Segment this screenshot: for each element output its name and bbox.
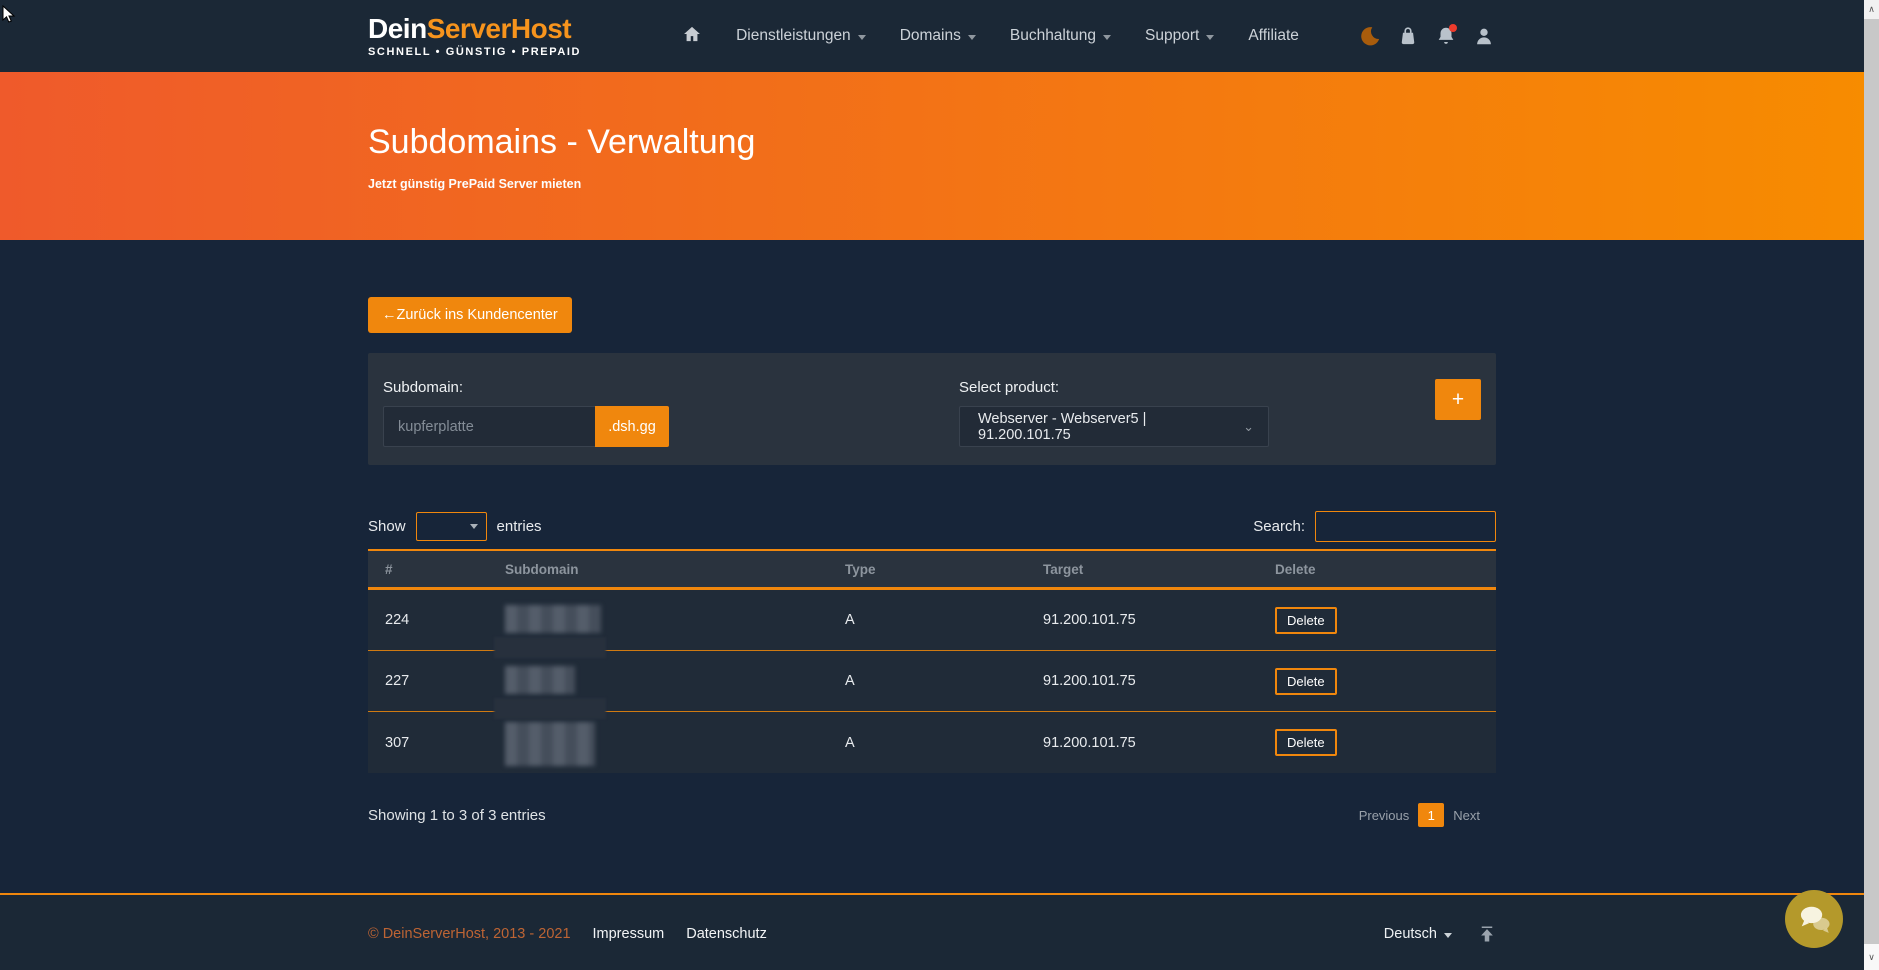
nav-domains[interactable]: Domains	[883, 17, 993, 55]
chevron-down-icon	[1206, 35, 1214, 40]
table-row: 224 A 91.200.101.75 Delete	[368, 590, 1496, 651]
row-subdomain	[488, 590, 828, 650]
table-row: 227 A 91.200.101.75 Delete	[368, 651, 1496, 712]
scroll-to-top-button[interactable]	[1478, 925, 1496, 943]
redacted-subdomain	[494, 637, 606, 658]
column-header-type[interactable]: Type	[828, 562, 1026, 577]
footer-link-impressum[interactable]: Impressum	[593, 926, 665, 942]
add-subdomain-panel: Subdomain: .dsh.gg Select product: Webse…	[368, 353, 1496, 465]
dark-mode-moon-icon[interactable]	[1358, 24, 1382, 48]
redacted-subdomain	[494, 698, 606, 719]
notifications-bell-icon[interactable]	[1434, 24, 1458, 48]
chevron-down-icon	[470, 524, 478, 529]
nav-home[interactable]	[665, 14, 719, 59]
pagination-page-1[interactable]: 1	[1418, 803, 1444, 827]
row-id: 224	[368, 612, 488, 628]
copyright-text: © DeinServerHost, 2013 - 2021	[368, 926, 571, 942]
pagination-next[interactable]: Next	[1453, 808, 1480, 823]
column-header-delete[interactable]: Delete	[1258, 562, 1496, 577]
row-id: 307	[368, 735, 488, 751]
chevron-down-icon	[1444, 933, 1452, 938]
row-target: 91.200.101.75	[1026, 673, 1258, 689]
table-row: 307 A 91.200.101.75 Delete	[368, 712, 1496, 773]
chevron-down-icon	[858, 35, 866, 40]
column-header-id[interactable]: #	[368, 562, 488, 577]
column-header-target[interactable]: Target	[1026, 562, 1258, 577]
add-subdomain-button[interactable]: +	[1435, 379, 1481, 420]
page-title: Subdomains - Verwaltung	[368, 122, 1496, 162]
select-product-label: Select product:	[959, 379, 1269, 396]
live-chat-button[interactable]	[1785, 890, 1843, 948]
chevron-down-icon	[968, 35, 976, 40]
row-type: A	[828, 673, 1026, 689]
table-summary: Showing 1 to 3 of 3 entries	[368, 807, 546, 824]
nav-support[interactable]: Support	[1128, 17, 1231, 55]
back-to-customer-center-button[interactable]: ←Zurück ins Kundencenter	[368, 297, 572, 333]
row-type: A	[828, 735, 1026, 751]
row-subdomain	[488, 712, 828, 773]
browser-scrollbar[interactable]: ∧ ∨	[1864, 0, 1879, 970]
table-controls: Show entries Search:	[368, 511, 1496, 542]
page-header-banner: Subdomains - Verwaltung Jetzt günstig Pr…	[0, 72, 1879, 240]
entries-label: entries	[497, 518, 542, 535]
home-icon	[682, 24, 702, 49]
subdomain-input[interactable]	[383, 406, 595, 447]
pagination: Previous 1 Next	[1359, 803, 1480, 827]
pagination-previous[interactable]: Previous	[1359, 808, 1410, 823]
column-header-subdomain[interactable]: Subdomain	[488, 551, 828, 587]
chevron-down-icon: ⌄	[1243, 419, 1254, 435]
row-id: 227	[368, 673, 488, 689]
cart-icon[interactable]	[1396, 24, 1420, 48]
brand-tagline: SCHNELL • GÜNSTIG • PREPAID	[368, 47, 581, 58]
brand-logo[interactable]: DeinServerHost SCHNELL • GÜNSTIG • PREPA…	[368, 15, 581, 58]
notification-badge	[1449, 24, 1457, 32]
scrollbar-down-arrow[interactable]: ∨	[1864, 944, 1879, 970]
entries-per-page-select[interactable]	[416, 512, 487, 541]
brand-name: DeinServerHost	[368, 15, 581, 43]
table-header-row: # Subdomain Type Target Delete	[368, 551, 1496, 590]
top-navbar: DeinServerHost SCHNELL • GÜNSTIG • PREPA…	[0, 0, 1879, 72]
language-select[interactable]: Deutsch	[1384, 926, 1452, 942]
chat-bubbles-icon	[1794, 901, 1834, 937]
navbar-icon-group	[1358, 24, 1496, 48]
row-subdomain	[488, 651, 828, 711]
row-target: 91.200.101.75	[1026, 612, 1258, 628]
footer: © DeinServerHost, 2013 - 2021 Impressum …	[0, 893, 1879, 970]
search-label: Search:	[1253, 518, 1305, 535]
redacted-subdomain	[505, 605, 601, 633]
delete-button[interactable]: Delete	[1275, 607, 1337, 634]
main-content: ←Zurück ins Kundencenter Subdomain: .dsh…	[0, 240, 1879, 893]
user-account-icon[interactable]	[1472, 24, 1496, 48]
nav-affiliate[interactable]: Affiliate	[1231, 17, 1316, 55]
delete-button[interactable]: Delete	[1275, 668, 1337, 695]
product-select[interactable]: Webserver - Webserver5 | 91.200.101.75 ⌄	[959, 406, 1269, 447]
delete-button[interactable]: Delete	[1275, 729, 1337, 756]
subdomain-label: Subdomain:	[383, 379, 959, 396]
search-input[interactable]	[1315, 511, 1496, 542]
row-type: A	[828, 612, 1026, 628]
nav-dienstleistungen[interactable]: Dienstleistungen	[719, 17, 883, 55]
chevron-down-icon	[1103, 35, 1111, 40]
nav-buchhaltung[interactable]: Buchhaltung	[993, 17, 1128, 55]
subdomains-table: # Subdomain Type Target Delete 224 A 91.…	[368, 549, 1496, 773]
redacted-subdomain	[505, 666, 575, 694]
scrollbar-up-arrow[interactable]: ∧	[1864, 0, 1879, 19]
show-label: Show	[368, 518, 406, 535]
page-subtitle: Jetzt günstig PrePaid Server mieten	[368, 177, 1496, 191]
row-target: 91.200.101.75	[1026, 735, 1258, 751]
footer-link-datenschutz[interactable]: Datenschutz	[686, 926, 767, 942]
domain-suffix-button[interactable]: .dsh.gg	[595, 406, 669, 447]
main-navigation: Dienstleistungen Domains Buchhaltung Sup…	[665, 14, 1316, 59]
product-selected-value: Webserver - Webserver5 | 91.200.101.75	[978, 411, 1243, 443]
redacted-subdomain	[505, 722, 595, 766]
